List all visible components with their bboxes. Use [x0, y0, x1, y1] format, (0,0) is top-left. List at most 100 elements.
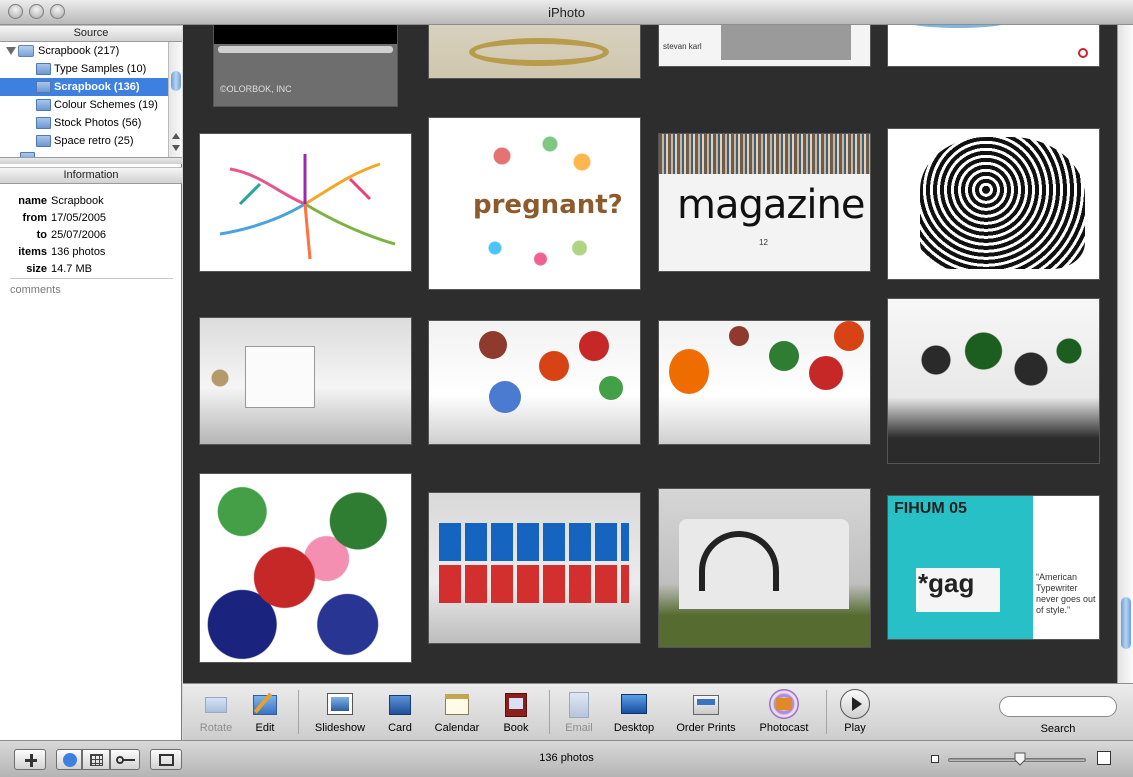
info-row-from: from 17/05/2005: [0, 210, 182, 227]
zoom-slider-knob[interactable]: [1014, 752, 1026, 766]
photo-scrollbar[interactable]: [1117, 25, 1133, 683]
info-value: 14.7 MB: [51, 263, 92, 275]
info-value[interactable]: 25/07/2006: [51, 227, 106, 244]
photo-thumbnail[interactable]: [887, 128, 1100, 280]
slideshow-button[interactable]: Slideshow: [311, 689, 369, 734]
info-key: name: [18, 195, 47, 207]
source-item-type-samples[interactable]: Type Samples (10): [0, 60, 168, 78]
card-icon: [385, 689, 415, 719]
info-key: size: [26, 263, 47, 275]
pane-splitter[interactable]: [0, 157, 182, 164]
source-item-stock-photos[interactable]: Stock Photos (56): [0, 114, 168, 132]
info-row-name: name Scrapbook: [0, 193, 182, 210]
tool-label: Calendar: [434, 722, 480, 734]
photo-caption: magazine: [677, 182, 865, 228]
photo-thumbnail[interactable]: magazine 12: [658, 133, 871, 272]
colour-tree-map-image: [219, 154, 396, 260]
tool-label: Card: [388, 722, 412, 734]
toolbar-divider: [549, 690, 550, 734]
tool-label: Slideshow: [314, 722, 366, 734]
photocast-button[interactable]: Photocast: [755, 689, 813, 734]
info-row-to: to 25/07/2006: [0, 227, 182, 244]
tool-label: Desktop: [613, 722, 655, 734]
source-list[interactable]: Scrapbook (217) Type Samples (10) Scrapb…: [0, 42, 168, 157]
photo-caption-small: 12: [759, 238, 768, 247]
comments-field[interactable]: comments: [10, 284, 61, 296]
source-item-label: Type Samples (10): [54, 63, 147, 75]
search-label: Search: [1040, 723, 1076, 735]
photo-caption-small: *gag: [918, 568, 975, 598]
photo-thumbnail[interactable]: [428, 320, 641, 445]
album-icon: [36, 117, 51, 129]
email-button[interactable]: Email: [561, 689, 597, 734]
tool-label: Book: [503, 722, 529, 734]
album-icon: [36, 135, 51, 147]
photo-thumbnail[interactable]: [428, 492, 641, 644]
disclosure-triangle-icon[interactable]: [6, 47, 16, 55]
photo-thumbnail[interactable]: pregnant?: [428, 117, 641, 290]
photo-thumbnail[interactable]: [199, 317, 412, 445]
photo-thumbnail[interactable]: [428, 25, 641, 79]
order-prints-button[interactable]: Order Prints: [673, 689, 739, 734]
photocast-icon: [769, 689, 799, 719]
email-icon: [564, 689, 594, 719]
photo-thumbnail[interactable]: [658, 488, 871, 648]
source-item-space-retro[interactable]: Space retro (25): [0, 132, 168, 150]
photo-thumbnail[interactable]: FIHUM 05 *gag “American Typewriter never…: [887, 495, 1100, 640]
photo-thumbnail[interactable]: [199, 133, 412, 272]
rotate-button[interactable]: Rotate: [195, 689, 237, 734]
info-key: items: [18, 246, 47, 258]
tool-label: Photocast: [759, 722, 809, 734]
source-item-scrapbook-album[interactable]: Scrapbook (136): [0, 78, 168, 96]
photo-thumbnail[interactable]: [887, 298, 1100, 464]
scroll-up-arrow-icon[interactable]: [172, 133, 180, 139]
large-thumbnail-icon: [1097, 751, 1111, 765]
source-item-label: Scrapbook (217): [38, 45, 120, 57]
info-value[interactable]: Scrapbook: [51, 193, 104, 210]
album-icon: [36, 99, 51, 111]
small-thumbnail-icon: [931, 755, 939, 763]
search-input[interactable]: [999, 696, 1117, 717]
tool-label: Email: [565, 722, 593, 734]
order-prints-icon: [691, 689, 721, 719]
photo-grid[interactable]: ©OLORBOK, INC stevan karl pregnant? maga…: [183, 25, 1117, 683]
info-value[interactable]: 17/05/2005: [51, 210, 106, 227]
tool-label: Edit: [255, 722, 275, 734]
source-scrollbar[interactable]: [168, 42, 182, 157]
rotate-icon: [201, 689, 231, 719]
source-item-label: Space retro (25): [54, 135, 134, 147]
source-item-partial[interactable]: [0, 150, 168, 157]
edit-button[interactable]: Edit: [245, 689, 285, 734]
scroll-down-arrow-icon[interactable]: [172, 145, 180, 151]
card-button[interactable]: Card: [381, 689, 419, 734]
left-pane: Source Scrapbook (217) Type Samples (10)…: [0, 25, 182, 740]
info-row-size: size 14.7 MB: [0, 261, 182, 278]
photo-thumbnail[interactable]: ©OLORBOK, INC: [213, 25, 398, 107]
book-icon: [501, 689, 531, 719]
photo-thumbnail[interactable]: stevan karl: [658, 25, 871, 67]
play-button[interactable]: Play: [837, 689, 873, 734]
toolbar-divider: [298, 690, 299, 734]
photo-thumbnail[interactable]: [887, 25, 1100, 67]
divider: [10, 278, 173, 279]
book-button[interactable]: Book: [497, 689, 535, 734]
slideshow-icon: [325, 689, 355, 719]
scrollbar-thumb[interactable]: [171, 71, 181, 91]
scrollbar-thumb[interactable]: [1121, 597, 1131, 649]
info-key: to: [36, 229, 47, 241]
play-icon: [840, 689, 870, 719]
desktop-icon: [619, 689, 649, 719]
photo-thumbnail[interactable]: [199, 473, 412, 663]
information-table: name Scrapbook from 17/05/2005 to 25/07/200…: [0, 193, 182, 278]
calendar-button[interactable]: Calendar: [431, 689, 483, 734]
info-value: 136 photos: [51, 246, 106, 258]
info-row-items: items 136 photos: [0, 244, 182, 261]
source-item-scrapbook-folder[interactable]: Scrapbook (217): [0, 42, 168, 60]
photo-thumbnail[interactable]: [658, 320, 871, 445]
desktop-button[interactable]: Desktop: [611, 689, 657, 734]
tool-label: Rotate: [199, 722, 233, 734]
source-item-label: Scrapbook (136): [54, 81, 140, 93]
album-icon: [36, 81, 51, 93]
source-item-colour-schemes[interactable]: Colour Schemes (19): [0, 96, 168, 114]
toolbar: Rotate Edit Slideshow Card Calendar Book…: [183, 683, 1133, 740]
